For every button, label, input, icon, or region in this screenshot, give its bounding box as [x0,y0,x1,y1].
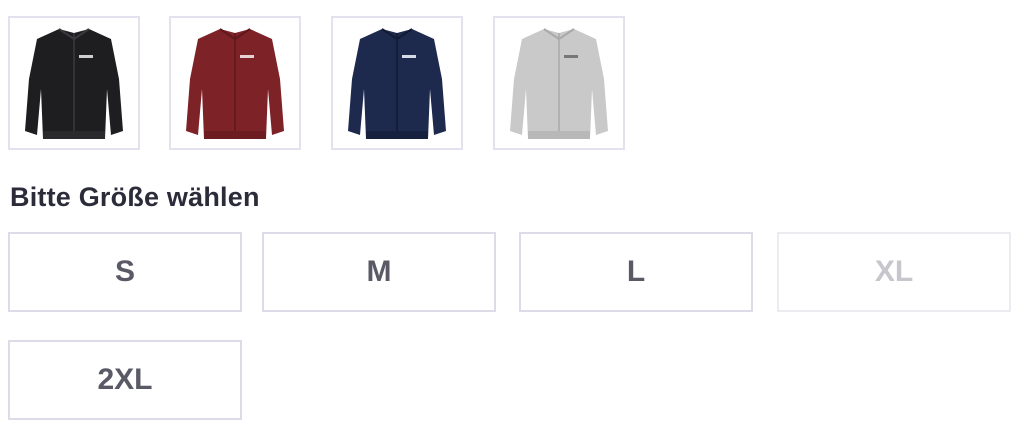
color-swatch-red[interactable] [169,16,301,150]
color-swatch-black[interactable] [8,16,140,150]
size-button-s[interactable]: S [8,232,242,312]
size-button-2xl[interactable]: 2XL [8,340,242,420]
jacket-red-image [186,28,284,139]
jacket-black-image [25,28,123,139]
size-button-l[interactable]: L [519,232,753,312]
jacket-grey-image [510,28,608,139]
size-button-m[interactable]: M [262,232,496,312]
jacket-navy-image [348,28,446,139]
size-button-xl[interactable]: XL [777,232,1011,312]
size-heading: Bitte Größe wählen [10,182,260,212]
color-swatch-navy[interactable] [331,16,463,150]
color-swatch-grey[interactable] [493,16,625,150]
